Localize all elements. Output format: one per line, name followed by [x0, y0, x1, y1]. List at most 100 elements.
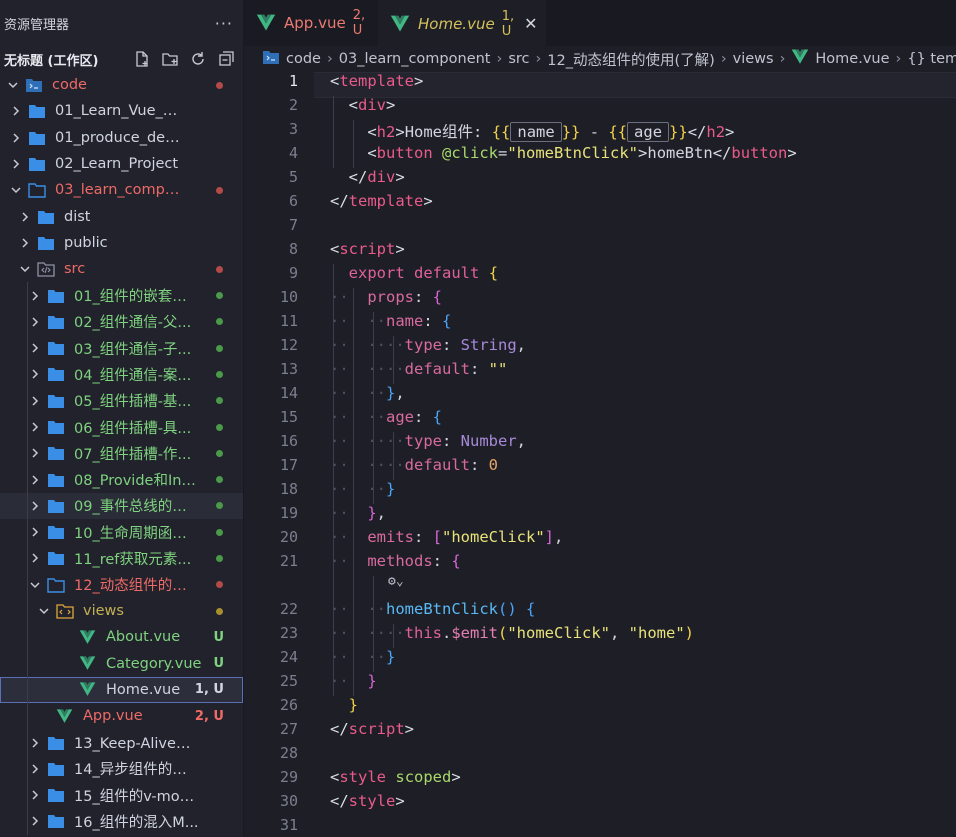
tree-item[interactable]: 11_ref获取元素...	[0, 545, 243, 572]
tree-indent-guide	[27, 650, 28, 677]
tree-item[interactable]: code	[0, 72, 243, 98]
workspace-row[interactable]: 无标题 (工作区)	[0, 46, 243, 72]
chevron-right-icon[interactable]	[28, 367, 42, 381]
tree-item[interactable]: 05_组件插槽-基...	[0, 387, 243, 414]
chevron-right-icon[interactable]	[28, 394, 42, 408]
chevron-right-icon[interactable]	[28, 762, 42, 776]
git-status-dot	[216, 502, 223, 510]
chevron-right-icon[interactable]	[28, 499, 42, 513]
vue-file-icon	[79, 629, 97, 645]
chevron-down-icon[interactable]	[18, 262, 32, 276]
breadcrumb-item[interactable]: code	[262, 49, 321, 69]
code-lens-icon[interactable]: ⚙⌄	[388, 574, 404, 589]
tree-item[interactable]: 04_组件通信-案...	[0, 361, 243, 388]
chevron-right-icon[interactable]	[9, 104, 23, 118]
line-number: 22	[279, 600, 298, 618]
chevron-down-icon[interactable]	[6, 78, 20, 92]
tree-item[interactable]: src	[0, 256, 243, 282]
tree-item[interactable]: 14_异步组件的使...	[0, 755, 243, 783]
tree-item[interactable]: public	[0, 230, 243, 256]
chevron-down-icon[interactable]	[37, 604, 51, 618]
tree-item-label: About.vue	[106, 629, 181, 646]
explorer-sidebar: 资源管理器 ··· 无标题 (工作区) code 01_Learn_Vue_Bas…	[0, 0, 244, 837]
tree-item[interactable]: 09_事件总线的使...	[0, 492, 243, 520]
code-line: ·· },	[330, 504, 387, 522]
code-line: export default {	[348, 264, 499, 282]
line-number: 25	[279, 672, 298, 690]
tree-item[interactable]: views	[0, 597, 243, 625]
new-file-icon[interactable]	[133, 50, 151, 68]
tree-item[interactable]: 01_produce_demoo	[0, 125, 243, 151]
tree-item[interactable]: Category.vue U	[0, 650, 243, 677]
line-number: 17	[279, 456, 298, 474]
folder-icon	[47, 366, 65, 382]
tree-indent-guide	[27, 282, 28, 309]
chevron-right-icon[interactable]	[28, 420, 42, 434]
chevron-right-icon[interactable]	[28, 814, 42, 828]
chevron-right-icon[interactable]	[28, 525, 42, 539]
code-editor[interactable]: 1 2 3 4 5 6 7 8 9 10 11 12 13 14 15 16 17 18 19 20 21 22 23 24 2…	[244, 72, 956, 837]
chevron-right-icon[interactable]	[9, 131, 23, 145]
tree-item-label: 06_组件插槽-具...	[74, 420, 192, 437]
line-number: 18	[279, 480, 298, 498]
tree-item[interactable]: 12_动态组件的使...	[0, 571, 243, 598]
tree-item[interactable]: 07_组件插槽-作...	[0, 440, 243, 467]
folder-icon	[28, 103, 46, 119]
tree-item[interactable]: 03_组件通信-子...	[0, 334, 243, 362]
chevron-right-icon[interactable]	[28, 473, 42, 487]
tree-item[interactable]: 10_生命周期函数...	[0, 519, 243, 546]
chevron-right-icon[interactable]	[28, 289, 42, 303]
collapse-all-icon[interactable]	[217, 50, 235, 68]
breadcrumb-item[interactable]: Home.vue	[791, 48, 890, 70]
code-line: ·· ····default: 0	[330, 456, 498, 474]
folder-icon	[37, 209, 55, 225]
tree-item[interactable]: 02_Learn_Project	[0, 151, 243, 177]
tree-item[interactable]: 02_组件通信-父...	[0, 308, 243, 335]
tab-app-vue[interactable]: App.vue 2, U	[244, 0, 378, 46]
tree-item[interactable]: 16_组件的混入M...	[0, 808, 243, 835]
more-actions-icon[interactable]: ···	[215, 14, 233, 33]
tab-home-vue[interactable]: Home.vue 1, U ✕	[378, 0, 546, 46]
breadcrumb-item[interactable]: src	[508, 51, 529, 67]
chevron-down-icon[interactable]	[9, 183, 23, 197]
chevron-right-icon[interactable]	[28, 551, 42, 565]
vue-file-icon	[256, 13, 276, 33]
tree-item[interactable]: 08_Provide和Inje...	[0, 466, 243, 493]
tree-item[interactable]: Home.vue 1, U	[0, 676, 243, 704]
tree-item-label: 16_组件的混入M...	[74, 814, 199, 831]
chevron-right-icon[interactable]	[28, 341, 42, 355]
tree-item[interactable]: About.vue U	[0, 624, 243, 651]
refresh-icon[interactable]	[189, 50, 207, 68]
line-number: 31	[279, 816, 298, 834]
breadcrumb-item[interactable]: views	[733, 51, 774, 67]
chevron-down-icon[interactable]	[28, 578, 42, 592]
tree-item[interactable]: 01_组件的嵌套使...	[0, 282, 243, 309]
explorer-title: 资源管理器	[4, 17, 70, 33]
tree-item[interactable]: 01_Learn_Vue_Basic	[0, 98, 243, 124]
breadcrumb-separator-icon: ›	[720, 51, 727, 67]
line-number: 26	[279, 696, 298, 714]
tree-item[interactable]: App.vue 2, U	[0, 703, 243, 730]
chevron-right-icon[interactable]	[28, 315, 42, 329]
chevron-right-icon[interactable]	[9, 157, 23, 171]
chevron-right-icon[interactable]	[28, 446, 42, 460]
new-folder-icon[interactable]	[161, 50, 179, 68]
close-icon[interactable]: ✕	[524, 14, 537, 33]
chevron-right-icon[interactable]	[18, 236, 32, 250]
code-line: ·· ··}	[330, 480, 396, 498]
tree-item[interactable]: 06_组件插槽-具...	[0, 413, 243, 441]
tree-item[interactable]: 15_组件的v-mod...	[0, 782, 243, 809]
vue-file-icon	[390, 14, 410, 34]
breadcrumb-item[interactable]: 03_learn_component	[339, 51, 491, 67]
tree-item[interactable]: dist	[0, 203, 243, 229]
breadcrumb-item[interactable]: {} tem	[907, 51, 956, 67]
tree-item-label: Category.vue	[106, 655, 202, 672]
breadcrumb-item[interactable]: 12_动态组件的使用(了解)	[547, 49, 715, 70]
tree-item-label: src	[64, 261, 86, 278]
code-line: </script>	[330, 720, 415, 738]
tree-item[interactable]: 13_Keep-Alive的...	[0, 729, 243, 756]
chevron-right-icon[interactable]	[18, 210, 32, 224]
chevron-right-icon[interactable]	[28, 788, 42, 802]
chevron-right-icon[interactable]	[28, 736, 42, 750]
tree-item[interactable]: 03_learn_component	[0, 177, 243, 203]
